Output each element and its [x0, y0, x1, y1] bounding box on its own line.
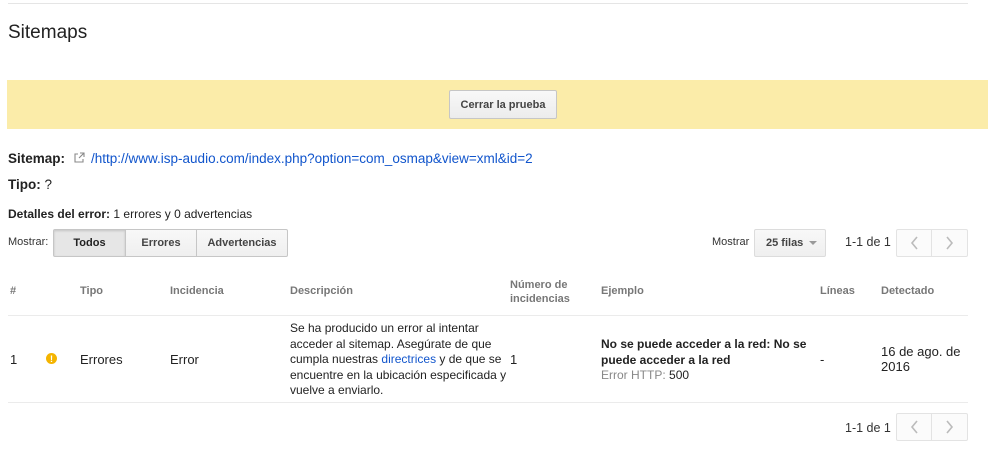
- row-type: Errores: [80, 352, 123, 367]
- pagination-status-bottom: 1-1 de 1: [845, 421, 891, 435]
- top-divider: [8, 3, 968, 4]
- column-header-count[interactable]: Número de incidencias: [510, 278, 586, 306]
- previous-page-button[interactable]: [896, 229, 932, 257]
- row-example: No se puede acceder a la red: No se pued…: [601, 337, 816, 384]
- error-details-label: Detalles del error:: [8, 207, 111, 221]
- row-example-label: Error HTTP:: [601, 368, 666, 383]
- column-header-example[interactable]: Ejemplo: [601, 285, 644, 297]
- tipo-value: ?: [44, 177, 53, 192]
- column-header-issue[interactable]: Incidencia: [170, 285, 224, 297]
- sitemap-row: Sitemap: /http://www.isp-audio.com/index…: [8, 151, 533, 166]
- chevron-right-icon: [946, 236, 954, 250]
- rows-per-page-select[interactable]: 25 filas: [754, 229, 826, 257]
- pagination-bottom: [896, 413, 968, 441]
- chevron-left-icon: [910, 236, 918, 250]
- row-detected: 16 de ago. de 2016: [881, 344, 961, 374]
- close-test-button[interactable]: Cerrar la prueba: [449, 90, 557, 119]
- next-page-button[interactable]: [932, 413, 968, 441]
- error-details-value: 1 errores y 0 advertencias: [113, 207, 253, 221]
- filter-button-group: Todos Errores Advertencias: [53, 229, 288, 257]
- table-row[interactable]: 1 ! Errores Error Se ha producido un err…: [8, 316, 968, 403]
- pagination-top: [896, 229, 968, 257]
- row-count: 1: [510, 352, 518, 367]
- tipo-row: Tipo: ?: [8, 177, 52, 192]
- chevron-down-icon: [809, 241, 818, 245]
- rows-selector-label: Mostrar: [712, 236, 750, 248]
- row-lines: -: [820, 352, 825, 367]
- chevron-left-icon: [910, 420, 918, 434]
- row-example-code: 500: [669, 368, 690, 383]
- sitemap-url-link[interactable]: /http://www.isp-audio.com/index.php?opti…: [91, 151, 533, 166]
- guidelines-link[interactable]: directrices: [381, 352, 436, 366]
- row-number: 1: [10, 352, 18, 367]
- column-header-number[interactable]: #: [10, 285, 16, 297]
- filter-show-label: Mostrar:: [8, 236, 49, 248]
- page-title: Sitemaps: [8, 22, 88, 43]
- chevron-right-icon: [946, 420, 954, 434]
- column-header-lines[interactable]: Líneas: [820, 285, 855, 297]
- column-header-type[interactable]: Tipo: [80, 285, 103, 297]
- table-header: # Tipo Incidencia Descripción Número de …: [8, 268, 968, 316]
- column-header-detected[interactable]: Detectado: [881, 285, 934, 297]
- external-link-icon[interactable]: [74, 151, 85, 166]
- row-description: Se ha producido un error al intentar acc…: [290, 321, 508, 399]
- next-page-button[interactable]: [932, 229, 968, 257]
- warning-icon: !: [46, 353, 57, 364]
- filter-warnings-button[interactable]: Advertencias: [197, 229, 288, 257]
- column-header-description[interactable]: Descripción: [290, 285, 353, 297]
- filter-all-button[interactable]: Todos: [53, 229, 126, 257]
- pagination-status-top: 1-1 de 1: [845, 235, 891, 249]
- rows-per-page-value: 25 filas: [766, 237, 804, 249]
- sitemap-label: Sitemap:: [8, 151, 66, 166]
- row-example-title: No se puede acceder a la red: No se pued…: [601, 337, 807, 367]
- row-issue: Error: [170, 352, 199, 367]
- error-details: Detalles del error: 1 errores y 0 advert…: [8, 207, 252, 221]
- tipo-label: Tipo:: [8, 177, 41, 192]
- previous-page-button[interactable]: [896, 413, 932, 441]
- filter-errors-button[interactable]: Errores: [126, 229, 197, 257]
